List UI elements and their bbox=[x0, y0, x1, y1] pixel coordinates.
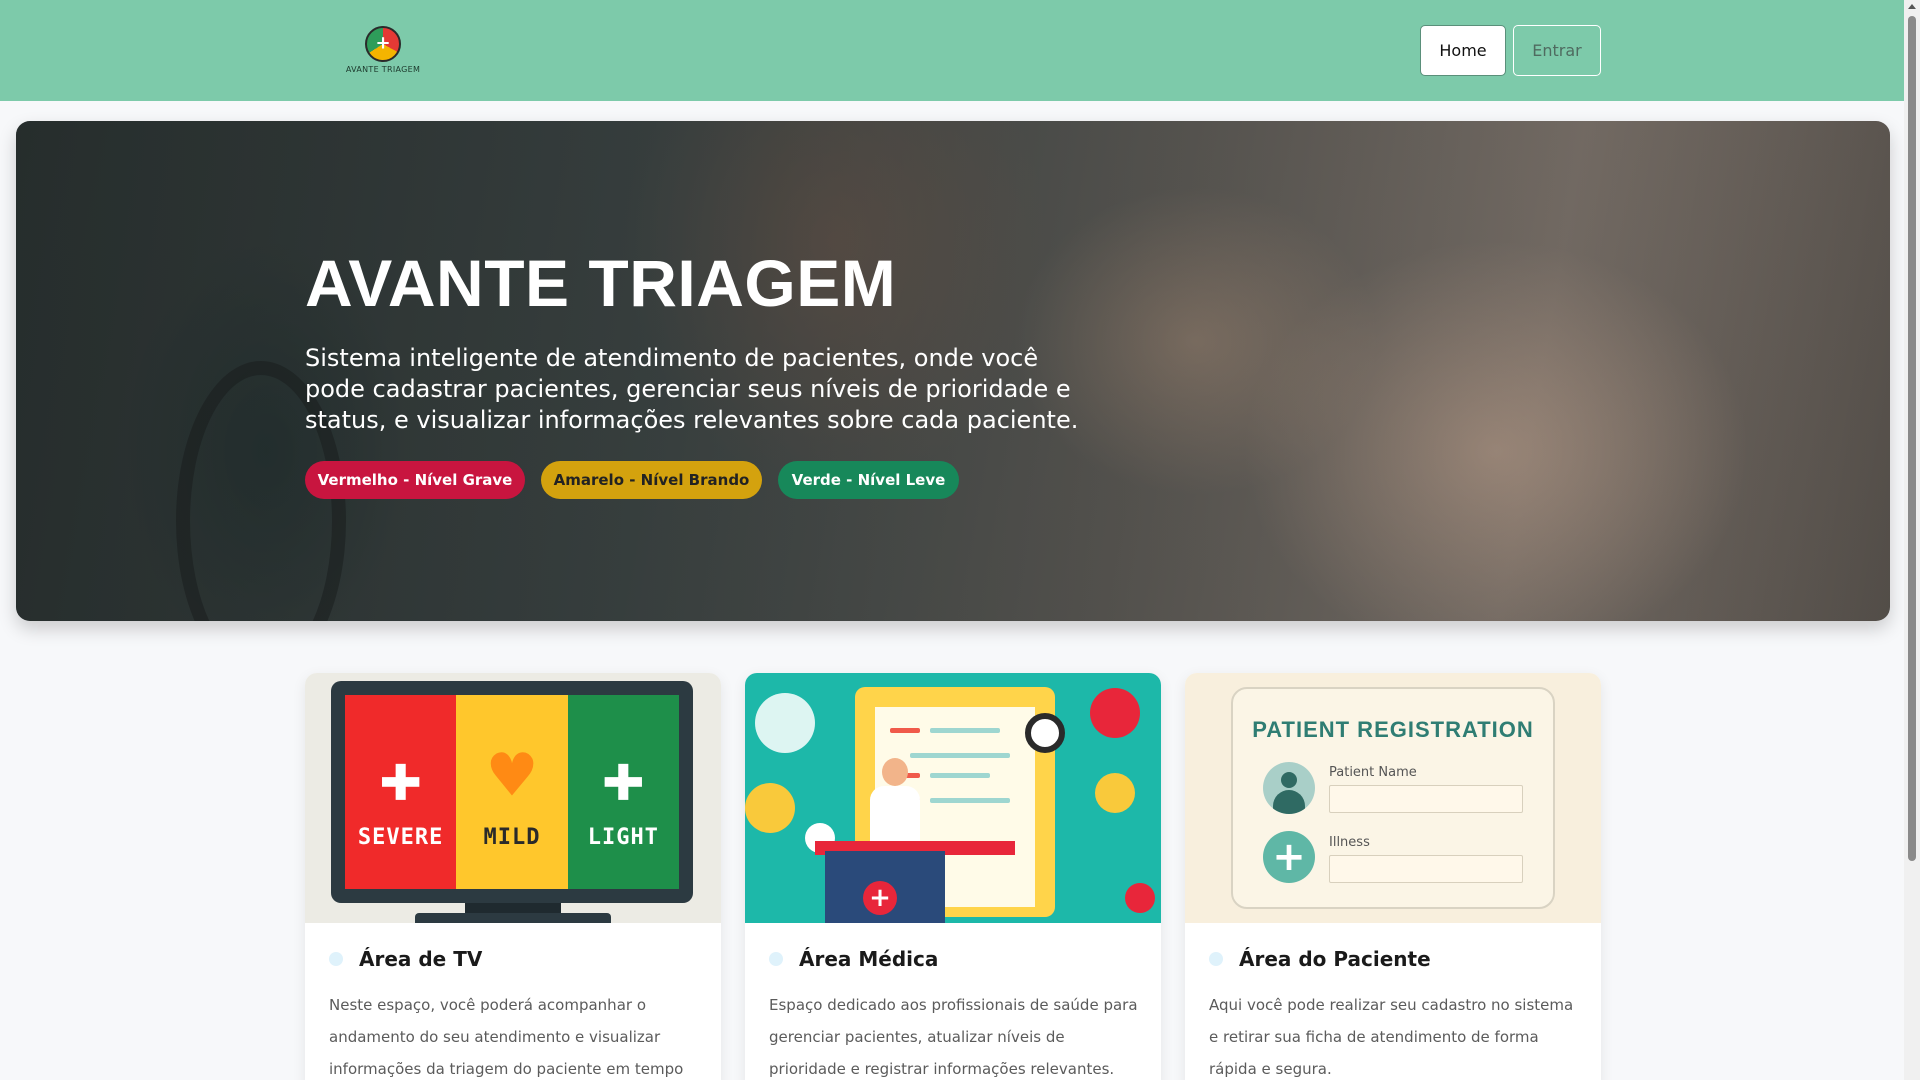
tv-illustration: ✚ SEVERE ♥ MILD ✚ LIGHT bbox=[305, 673, 721, 923]
tv-monitor: ✚ SEVERE ♥ MILD ✚ LIGHT bbox=[331, 681, 693, 903]
home-button[interactable]: Home bbox=[1420, 25, 1506, 76]
level-red-badge: Vermelho - Nível Grave bbox=[305, 461, 525, 499]
cross-icon: ✚ bbox=[601, 732, 645, 817]
hero-banner: AVANTE TRIAGEM Sistema inteligente de at… bbox=[16, 121, 1890, 621]
card-description: Neste espaço, você poderá acompanhar o a… bbox=[329, 996, 684, 1078]
vertical-scrollbar[interactable] bbox=[1904, 0, 1920, 1080]
illness-field bbox=[1329, 855, 1523, 883]
level-green-badge: Verde - Nível Leve bbox=[778, 461, 959, 499]
bullet-dot-icon bbox=[1209, 952, 1223, 966]
tv-light-label: LIGHT bbox=[587, 824, 659, 850]
scroll-thumb[interactable] bbox=[1908, 16, 1916, 861]
tv-severe-label: SEVERE bbox=[357, 824, 444, 850]
logo-text: AVANTE TRIAGEM bbox=[345, 65, 421, 74]
card-title: Área de TV bbox=[359, 947, 483, 971]
registration-form-graphic: PATIENT REGISTRATION Patient Name + Illn… bbox=[1231, 687, 1555, 909]
doctor-figure bbox=[870, 758, 920, 848]
card-patient-area[interactable]: PATIENT REGISTRATION Patient Name + Illn… bbox=[1185, 673, 1601, 1080]
patient-name-label: Patient Name bbox=[1329, 765, 1417, 780]
tv-severe-panel: ✚ SEVERE bbox=[345, 695, 457, 889]
tv-light-panel: ✚ LIGHT bbox=[567, 695, 679, 889]
card-title-row: Área de TV bbox=[329, 947, 482, 971]
bullet-dot-icon bbox=[329, 952, 343, 966]
tv-mild-label: MILD bbox=[483, 824, 541, 850]
card-title-row: Área Médica bbox=[769, 947, 938, 971]
tv-mild-panel: ♥ MILD bbox=[456, 695, 568, 889]
brand-logo[interactable]: AVANTE TRIAGEM bbox=[343, 26, 423, 76]
card-title: Área do Paciente bbox=[1239, 947, 1431, 971]
user-icon bbox=[1263, 762, 1315, 814]
bullet-dot-icon bbox=[769, 952, 783, 966]
illness-label: Illness bbox=[1329, 835, 1370, 850]
patient-name-field bbox=[1329, 785, 1523, 813]
logo-cross-icon bbox=[365, 26, 401, 62]
hero-title: AVANTE TRIAGEM bbox=[305, 246, 897, 320]
medical-cross-icon: + bbox=[863, 881, 897, 915]
registration-title: PATIENT REGISTRATION bbox=[1252, 717, 1534, 742]
plus-icon: + bbox=[1263, 831, 1315, 883]
card-description: Espaço dedicado aos profissionais de saú… bbox=[769, 996, 1138, 1078]
hero-description: Sistema inteligente de atendimento de pa… bbox=[305, 344, 1079, 434]
top-header: AVANTE TRIAGEM Home Entrar bbox=[0, 0, 1904, 101]
cross-icon: ✚ bbox=[378, 732, 423, 817]
level-yellow-badge: Amarelo - Nível Brando bbox=[541, 461, 762, 499]
heartbeat-icon bbox=[1090, 688, 1140, 738]
patient-registration-illustration: PATIENT REGISTRATION Patient Name + Illn… bbox=[1185, 673, 1601, 923]
card-title-row: Área do Paciente bbox=[1209, 947, 1431, 971]
card-medical-area[interactable]: + Área Médica Espaço dedicado aos profis… bbox=[745, 673, 1161, 1080]
priority-levels: Vermelho - Nível Grave Amarelo - Nível B… bbox=[305, 461, 975, 499]
scroll-up-arrow-icon[interactable] bbox=[1908, 4, 1916, 9]
hero-content: AVANTE TRIAGEM Sistema inteligente de at… bbox=[305, 121, 1205, 621]
medical-illustration: + bbox=[745, 673, 1161, 923]
card-tv-area[interactable]: ✚ SEVERE ♥ MILD ✚ LIGHT Área de TV Neste… bbox=[305, 673, 721, 1080]
heart-icon: ♥ bbox=[490, 732, 534, 817]
card-description: Aqui você pode realizar seu cadastro no … bbox=[1209, 996, 1574, 1078]
card-title: Área Médica bbox=[799, 947, 939, 971]
entrar-button[interactable]: Entrar bbox=[1513, 25, 1601, 76]
